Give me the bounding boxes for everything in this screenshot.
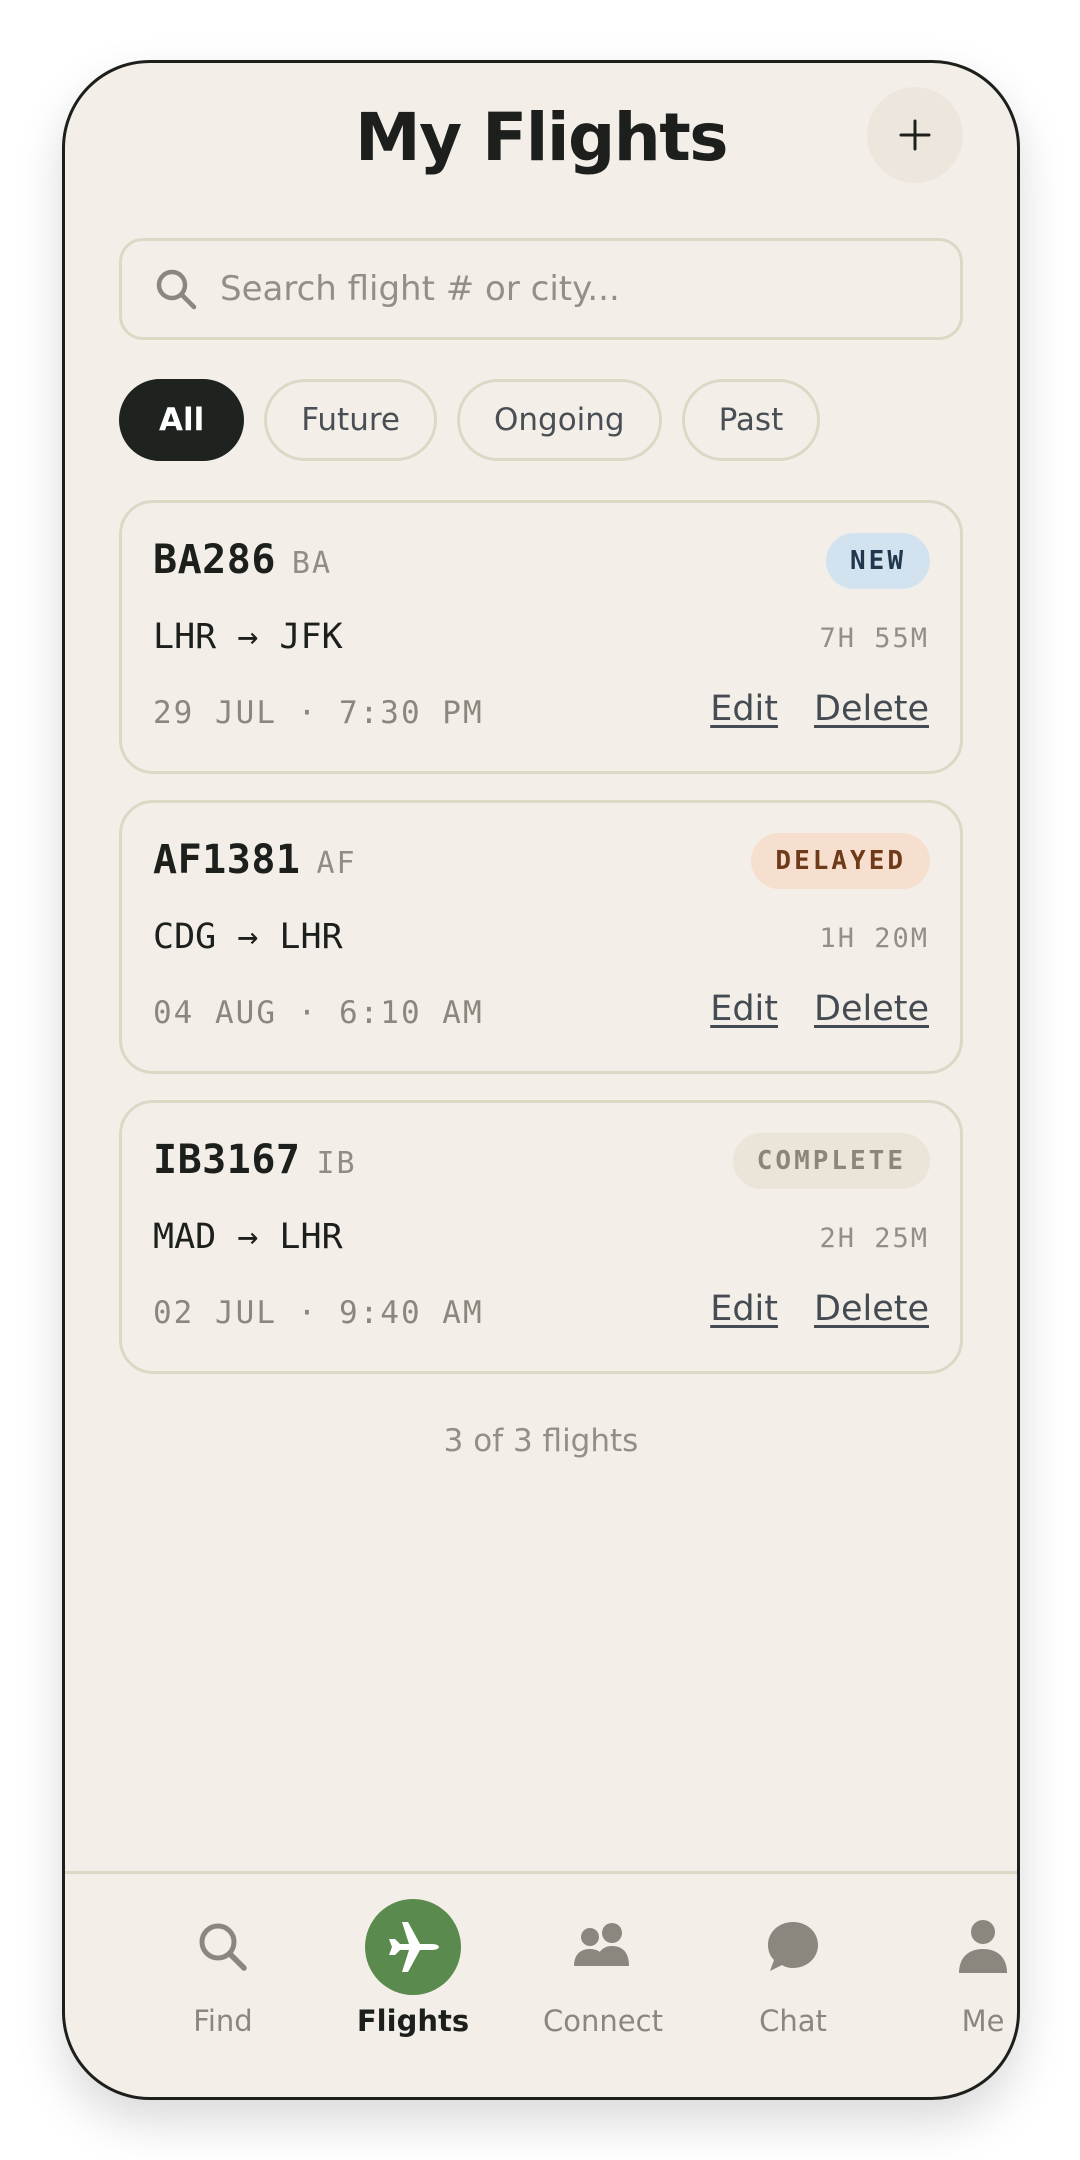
flight-number-text: AF1381	[153, 837, 301, 883]
add-flight-button[interactable]	[867, 87, 963, 183]
flight-number: AF1381 AF	[153, 837, 357, 883]
tab-me[interactable]: Me	[888, 1874, 1017, 2074]
flight-card[interactable]: AF1381 AF DELAYED CDG → LHR 1H 20M 04 AUG…	[119, 800, 963, 1074]
search-icon	[156, 269, 197, 310]
tab-find[interactable]: Find	[128, 1874, 318, 2074]
card-actions: Edit Delete	[710, 989, 929, 1029]
flight-count: 3 of 3 flights	[443, 1423, 639, 1459]
flight-duration: 1H 20M	[819, 923, 929, 954]
flight-datetime: 02 JUL · 9:40 AM	[153, 1295, 484, 1331]
edit-link[interactable]: Edit	[710, 1289, 778, 1329]
flight-datetime: 04 AUG · 6:10 AM	[153, 995, 484, 1031]
filter-all[interactable]: All	[119, 379, 245, 461]
flight-number: IB3167 IB	[153, 1137, 357, 1183]
bottom-tab-bar: Find Flights Connect Chat Me	[65, 1871, 1017, 2097]
flight-number-text: IB3167	[153, 1137, 301, 1183]
phone-frame: My Flights All Future Ongoing Past BA286…	[62, 60, 1020, 2100]
flight-duration: 2H 25M	[819, 1223, 929, 1254]
chat-bubble-icon	[768, 1922, 818, 1971]
flight-card[interactable]: BA286 BA NEW LHR → JFK 7H 55M 29 JUL · 7:…	[119, 500, 963, 774]
card-actions: Edit Delete	[710, 689, 929, 729]
airline-code: BA	[291, 546, 333, 581]
tab-label: Chat	[759, 2004, 827, 2038]
airline-code: AF	[316, 846, 357, 881]
flight-number-text: BA286	[153, 537, 276, 583]
delete-link[interactable]: Delete	[814, 689, 929, 729]
search-icon	[199, 1923, 247, 1971]
tab-label: Me	[961, 2004, 1005, 2038]
delete-link[interactable]: Delete	[814, 1289, 929, 1329]
airplane-icon	[389, 1922, 439, 1972]
flight-number: BA286 BA	[153, 537, 332, 583]
flight-duration: 7H 55M	[819, 623, 929, 654]
tab-chat[interactable]: Chat	[698, 1874, 888, 2074]
flight-datetime: 29 JUL · 7:30 PM	[153, 695, 484, 731]
status-badge: NEW	[826, 533, 930, 589]
flight-route: MAD → LHR	[153, 1217, 343, 1257]
edit-link[interactable]: Edit	[710, 689, 778, 729]
search-input[interactable]	[220, 269, 960, 309]
airline-code: IB	[316, 1146, 357, 1181]
tab-label: Find	[193, 2004, 253, 2038]
tab-label: Connect	[543, 2004, 663, 2038]
flight-card[interactable]: IB3167 IB COMPLETE MAD → LHR 2H 25M 02 JU…	[119, 1100, 963, 1374]
tab-flights[interactable]: Flights	[318, 1874, 508, 2074]
tab-connect[interactable]: Connect	[508, 1874, 698, 2074]
filter-future[interactable]: Future	[264, 379, 437, 461]
status-badge: DELAYED	[751, 833, 930, 889]
filter-past[interactable]: Past	[681, 379, 821, 461]
tab-label: Flights	[356, 2004, 470, 2038]
search-bar[interactable]	[119, 238, 963, 340]
card-actions: Edit Delete	[710, 1289, 929, 1329]
delete-link[interactable]: Delete	[814, 989, 929, 1029]
plus-icon	[899, 119, 931, 151]
person-icon	[959, 1920, 1007, 1973]
edit-link[interactable]: Edit	[710, 989, 778, 1029]
status-badge: COMPLETE	[732, 1133, 930, 1189]
flight-route: LHR → JFK	[153, 617, 343, 657]
people-icon	[574, 1923, 629, 1966]
filter-chips: All Future Ongoing Past	[119, 379, 821, 461]
flight-route: CDG → LHR	[153, 917, 343, 957]
flight-list: BA286 BA NEW LHR → JFK 7H 55M 29 JUL · 7:…	[119, 500, 963, 1400]
filter-ongoing[interactable]: Ongoing	[456, 379, 662, 461]
